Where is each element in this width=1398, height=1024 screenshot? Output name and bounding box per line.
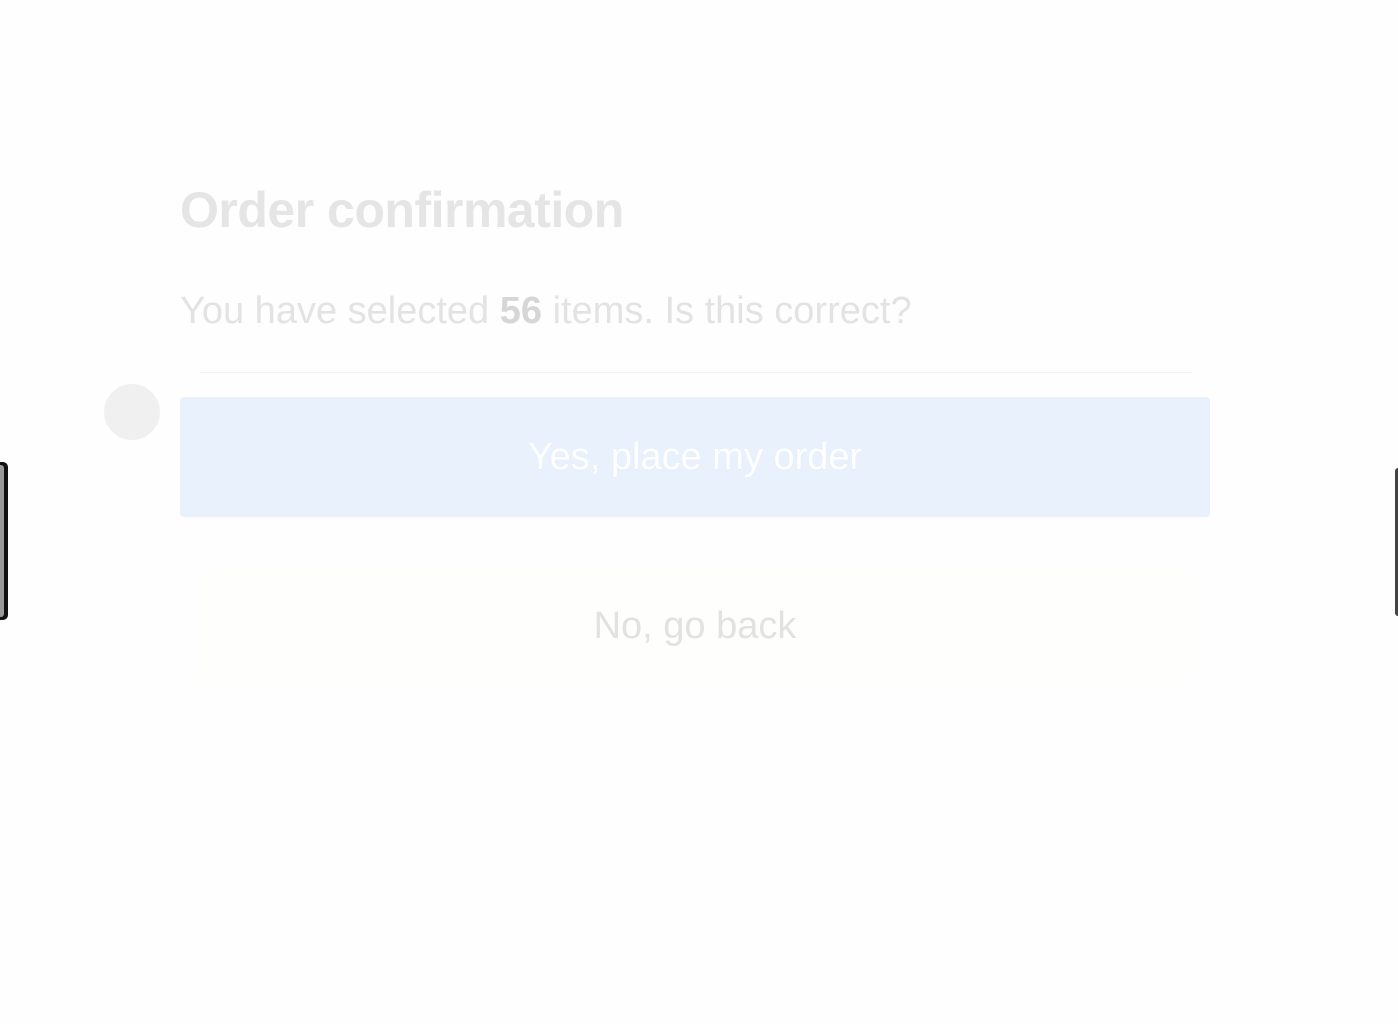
item-count: 56 xyxy=(499,290,543,332)
message-prefix: You have selected xyxy=(180,290,490,332)
go-back-button[interactable]: No, go back xyxy=(200,567,1190,685)
confirm-order-button[interactable]: Yes, place my order xyxy=(180,397,1210,517)
message-suffix: items. Is this correct? xyxy=(552,290,912,332)
confirmation-dialog: Order confirmation You have selected 56 … xyxy=(180,170,1212,685)
order-confirmation-page: Order confirmation You have selected 56 … xyxy=(0,0,1398,1024)
confirmation-message: You have selected 56 items. Is this corr… xyxy=(180,286,1212,336)
left-edge-handle[interactable] xyxy=(0,462,8,620)
dialog-title: Order confirmation xyxy=(180,182,624,238)
divider xyxy=(200,372,1192,373)
avatar xyxy=(104,384,160,440)
